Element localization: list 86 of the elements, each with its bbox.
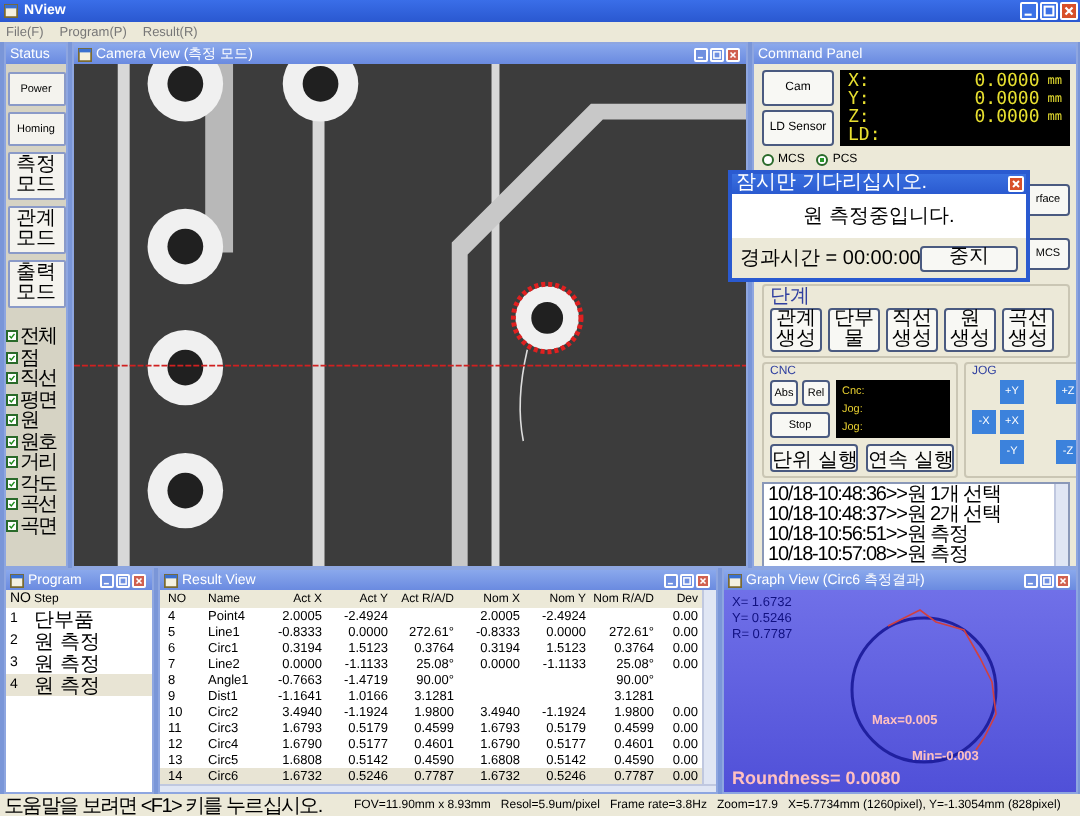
- filter-label: 각도: [20, 471, 56, 496]
- checkbox[interactable]: [6, 393, 18, 406]
- filter-label: 직선: [20, 367, 56, 391]
- checkbox[interactable]: [6, 414, 18, 427]
- axis-label: Y:: [848, 89, 872, 109]
- radio-button[interactable]: [762, 153, 774, 165]
- close-button[interactable]: [132, 573, 146, 587]
- axis-value: 0.0000: [974, 89, 1040, 109]
- checkbox[interactable]: [6, 519, 18, 532]
- checkbox[interactable]: [6, 351, 18, 364]
- checkbox[interactable]: [6, 456, 18, 469]
- filter-label: 점: [20, 345, 38, 370]
- filter-label: 원호: [20, 429, 56, 454]
- log-entry: 10/18-10:56:51>>원 측정: [768, 526, 970, 546]
- filter-label: 거리: [20, 451, 56, 475]
- maximize-button[interactable]: [680, 573, 694, 587]
- step-button[interactable]: 원 생성: [944, 308, 996, 352]
- minimize-button[interactable]: [694, 47, 708, 61]
- run-button[interactable]: 단위 실행: [770, 444, 858, 472]
- checkbox[interactable]: [6, 372, 18, 385]
- status-text: 도움말을 보려면 <F1> 키를 누르십시오.: [4, 794, 324, 816]
- maximize-icon: [712, 49, 722, 59]
- maximize-icon: [1042, 575, 1052, 585]
- checkbox[interactable]: [6, 330, 18, 343]
- minimize-button[interactable]: [664, 573, 678, 587]
- filter-label: 전체: [20, 324, 56, 349]
- filter-label: 곡선: [20, 493, 56, 517]
- table-cell-text: 원 측정: [34, 673, 102, 699]
- axis-label: Z:: [848, 107, 872, 127]
- scroll-bar[interactable]: [702, 590, 716, 784]
- maximize-button[interactable]: [1040, 2, 1058, 20]
- radio-button[interactable]: [816, 153, 829, 165]
- close-button[interactable]: [1056, 573, 1070, 587]
- minimize-button[interactable]: [1020, 2, 1038, 20]
- close-button[interactable]: [1008, 176, 1024, 192]
- close-icon: [134, 575, 144, 585]
- stop-button[interactable]: 중지: [920, 245, 1018, 271]
- axis-label: X:: [848, 71, 872, 91]
- mode-button[interactable]: 출력 모드: [7, 260, 65, 308]
- elapsed-time: 경과시간 = 00:00:00: [740, 246, 921, 272]
- table-cell-text: 원 측정: [34, 629, 102, 655]
- step-button[interactable]: 직선 생성: [886, 308, 938, 352]
- window-icon: [4, 4, 18, 18]
- scroll-bar[interactable]: [1054, 484, 1068, 566]
- mode-button[interactable]: 측정 모드: [7, 152, 65, 200]
- dialog-title: 잠시만 기다리십시오.: [736, 174, 930, 194]
- table-cell-text: 원 측정: [34, 651, 102, 677]
- maximize-icon: [682, 575, 692, 585]
- window-icon: [728, 573, 742, 587]
- step-button[interactable]: 곡선 생성: [1002, 308, 1054, 352]
- filter-label: 원: [20, 409, 38, 433]
- step-button[interactable]: 단부 물: [828, 308, 880, 352]
- table-cell-text: 단부품: [34, 607, 96, 633]
- close-icon: [1062, 4, 1076, 18]
- maximize-button[interactable]: [116, 573, 130, 587]
- minimize-button[interactable]: [100, 573, 114, 587]
- log-entry: 10/18-10:57:08>>원 측정: [768, 546, 970, 566]
- checkbox[interactable]: [6, 435, 18, 448]
- dialog-message: 원 측정중입니다.: [732, 194, 1026, 238]
- filter-label: 평면: [20, 387, 56, 412]
- step-button[interactable]: 관계 생성: [770, 308, 822, 352]
- close-icon: [1010, 178, 1022, 190]
- checkbox[interactable]: [6, 498, 18, 511]
- close-button[interactable]: [696, 573, 710, 587]
- log-entry: 10/18-10:48:36>>원 1개 선택: [768, 486, 1003, 506]
- axis-label: LD:: [848, 125, 883, 145]
- mode-button[interactable]: 관계 모드: [7, 206, 65, 254]
- close-icon: [728, 49, 738, 59]
- maximize-button[interactable]: [1040, 573, 1054, 587]
- filter-label: 곡면: [20, 513, 56, 540]
- close-button[interactable]: [726, 47, 740, 61]
- close-button[interactable]: [1060, 2, 1078, 20]
- close-icon: [698, 575, 708, 585]
- axis-value: 0.0000: [974, 71, 1040, 91]
- close-icon: [1058, 575, 1068, 585]
- group-title: 단계: [770, 288, 812, 308]
- axis-value: 0.0000: [974, 107, 1040, 127]
- maximize-icon: [118, 575, 128, 585]
- run-button[interactable]: 연속 실행: [866, 444, 954, 472]
- roundness-value: Roundness= 0.0080: [732, 768, 901, 788]
- maximize-button[interactable]: [710, 47, 724, 61]
- log-entry: 10/18-10:48:37>>원 2개 선택: [768, 506, 1003, 526]
- maximize-icon: [1042, 4, 1056, 18]
- window-icon: [78, 47, 92, 61]
- minimize-button[interactable]: [1024, 573, 1038, 587]
- checkbox[interactable]: [6, 477, 18, 490]
